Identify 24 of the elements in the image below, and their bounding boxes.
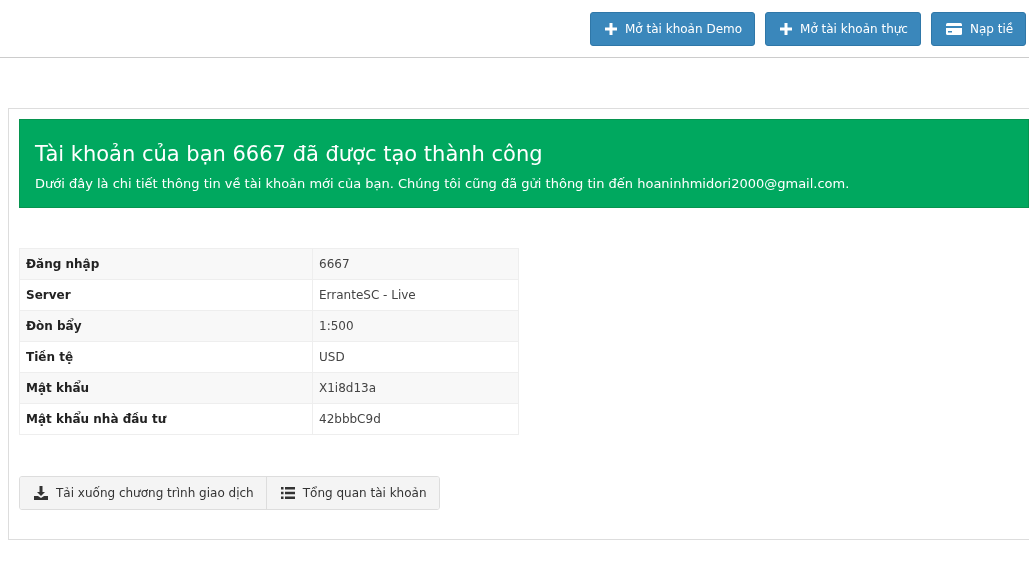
alert-title: Tài khoản của bạn 6667 đã được tạo thành công [35, 142, 544, 166]
field-label: Server [19, 279, 313, 311]
field-value: X1i8d13a [312, 372, 519, 404]
action-button[interactable]: Tổng quan tài khoản [265, 477, 439, 509]
field-value: USD [312, 341, 519, 373]
plus-icon [780, 22, 793, 35]
action-button[interactable]: Tải xuống chương trình giao dịch [20, 477, 266, 509]
credit-card-icon [945, 22, 962, 35]
list-icon [280, 487, 295, 499]
field-label: Đòn bẩy [19, 310, 313, 342]
field-label: Tiền tệ [19, 341, 313, 373]
field-value: 6667 [312, 248, 519, 280]
alert-message: Dưới đây là chi tiết thông tin về tài khoản mới của bạn. Chúng tôi cũng đã gửi thông tin đến hoaninhmidori2000@gmail.com. [35, 176, 851, 191]
header-button[interactable]: Nạp tiề [930, 11, 1027, 46]
field-value: 42bbbC9d [312, 403, 519, 435]
field-value: ErranteSC - Live [312, 279, 519, 311]
field-label: Mật khẩu nhà đầu tư [19, 403, 313, 435]
plus-icon [605, 22, 617, 35]
download-icon [34, 486, 48, 500]
header-button[interactable]: Mở tài khoản Demo [590, 11, 756, 46]
field-label: Đăng nhập [19, 248, 313, 280]
field-value: 1:500 [312, 310, 519, 342]
field-label: Mật khẩu [19, 372, 313, 404]
header-button[interactable]: Mở tài khoản thực [765, 11, 921, 46]
